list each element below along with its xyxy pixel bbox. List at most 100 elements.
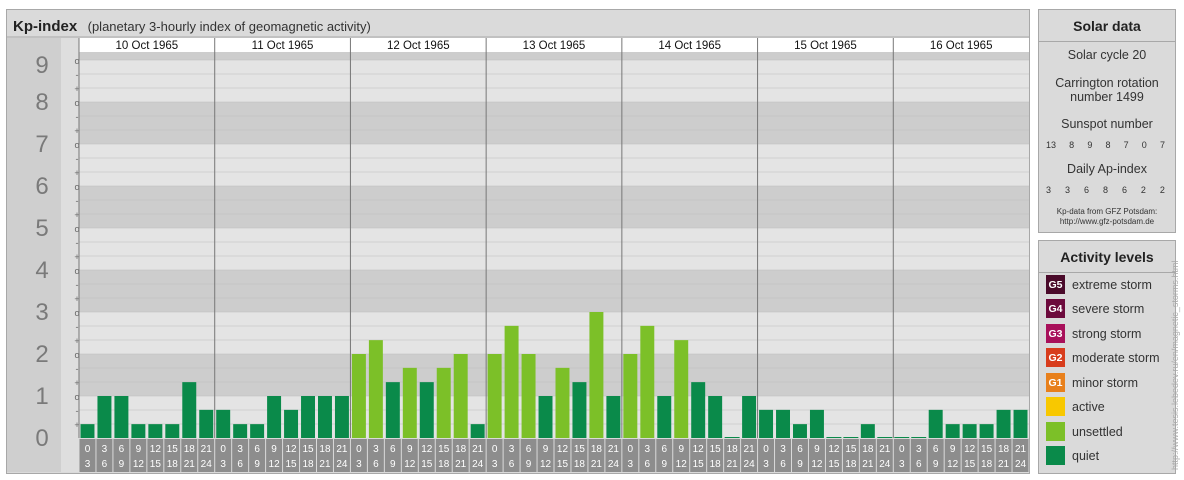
kp-band	[79, 312, 1029, 354]
kp-bar	[538, 396, 553, 438]
interval-end-label: 18	[845, 459, 857, 470]
kp-bar	[504, 325, 519, 438]
ap-value: 2	[1140, 185, 1146, 195]
kp-bar	[572, 382, 587, 438]
day-label: 16 Oct 1965	[930, 40, 993, 52]
interval-start-label: 3	[509, 444, 515, 455]
interval-start-label: 3	[102, 444, 108, 455]
interval-start-label: 18	[319, 444, 331, 455]
interval-start-label: 6	[661, 444, 667, 455]
ap-value: 8	[1102, 185, 1108, 195]
activity-divider	[1039, 272, 1175, 273]
interval-start-label: 6	[119, 444, 125, 455]
interval-end-label: 21	[998, 459, 1010, 470]
day-label: 12 Oct 1965	[387, 40, 450, 52]
kp-bar	[470, 424, 485, 438]
kp-bar	[148, 424, 163, 438]
interval-start-label: 12	[557, 444, 569, 455]
interval-start-label: 9	[407, 444, 413, 455]
interval-end-label: 3	[356, 459, 362, 470]
day-label: 11 Oct 1965	[252, 40, 314, 52]
level-g4-swatch: G4	[1046, 299, 1065, 318]
interval-start-label: 18	[455, 444, 467, 455]
solar-cycle: Solar cycle 20	[1067, 48, 1147, 62]
level-active-swatch	[1046, 397, 1065, 416]
interval-start-label: 18	[591, 444, 603, 455]
level-quiet: quiet	[1046, 446, 1099, 465]
interval-start-label: 3	[780, 444, 786, 455]
interval-start-label: 12	[693, 444, 705, 455]
kp-bar	[351, 354, 366, 438]
interval-start-label: 15	[845, 444, 857, 455]
interval-start-label: 15	[710, 444, 722, 455]
y-tick-label: 4	[35, 257, 48, 284]
interval-end-label: 12	[811, 459, 823, 470]
solar-data-title: Solar data	[1073, 18, 1141, 34]
day-label: 13 Oct 1965	[523, 40, 586, 52]
level-active: active	[1046, 397, 1105, 416]
y-minor-label: -	[76, 154, 79, 164]
interval-start-label: 3	[373, 444, 379, 455]
interval-start-label: 12	[964, 444, 976, 455]
interval-end-label: 15	[693, 459, 705, 470]
level-g3-label: strong storm	[1072, 326, 1142, 341]
credit-link[interactable]: http://www.gfz-potsdam.de	[1039, 217, 1175, 227]
chart-header: Kp-index (planetary 3-hourly index of ge…	[13, 18, 371, 36]
day-label: 15 Oct 1965	[794, 40, 857, 52]
kp-bar	[826, 437, 842, 438]
interval-start-label: 12	[421, 444, 433, 455]
kp-bar	[589, 312, 604, 438]
y-tick-label: 6	[35, 173, 48, 200]
kp-chart-panel: 0 1 2 3 4 5 6 7 8 9 + - o + - o + - o + - o + - o + - o + - o + - o + - o 10 …	[6, 9, 1030, 474]
interval-end-label: 24	[336, 459, 348, 470]
interval-end-label: 12	[676, 459, 688, 470]
y-tick-label: 1	[35, 383, 48, 410]
interval-start-label: 0	[492, 444, 498, 455]
kp-bar	[623, 354, 638, 438]
interval-end-label: 9	[661, 459, 667, 470]
y-tick-label: 7	[35, 131, 48, 158]
interval-end-label: 24	[201, 459, 213, 470]
kp-band	[79, 144, 1029, 186]
interval-start-label: 21	[879, 444, 891, 455]
interval-end-label: 24	[1015, 459, 1027, 470]
y-tick-label: 5	[35, 215, 48, 242]
interval-start-label: 18	[862, 444, 874, 455]
level-g4-label: severe storm	[1072, 301, 1145, 316]
y-minor-label: -	[76, 406, 79, 416]
sunspot-value: 0	[1141, 140, 1147, 150]
y-tick-label: 9	[35, 52, 48, 79]
ap-value: 3	[1046, 185, 1052, 195]
interval-end-label: 24	[744, 459, 756, 470]
interval-start-label: 6	[933, 444, 939, 455]
kp-bar	[250, 424, 265, 438]
kp-bar	[911, 437, 927, 438]
interval-end-label: 15	[557, 459, 569, 470]
kp-bar	[776, 409, 790, 438]
kp-bar	[657, 396, 672, 438]
carrington-line-2: number 1499	[1070, 90, 1144, 104]
y-minor-label: -	[76, 280, 79, 290]
kp-bar	[436, 367, 451, 438]
kp-bar	[419, 382, 434, 438]
interval-end-label: 9	[119, 459, 125, 470]
interval-end-label: 12	[540, 459, 552, 470]
level-quiet-swatch	[1046, 446, 1065, 465]
y-minor-label: -	[76, 364, 79, 374]
level-unsettled-swatch	[1046, 422, 1065, 441]
kp-bar	[860, 424, 875, 438]
interval-end-label: 3	[628, 459, 634, 470]
kp-bar	[945, 424, 960, 438]
interval-start-label: 21	[744, 444, 756, 455]
kp-bar	[165, 424, 180, 438]
interval-end-label: 3	[220, 459, 226, 470]
kp-bar	[1013, 409, 1028, 438]
kp-bar	[793, 424, 807, 438]
y-tick-label: 0	[35, 425, 48, 452]
level-g2-swatch: G2	[1046, 348, 1065, 367]
interval-start-label: 6	[390, 444, 396, 455]
ap-value: 6	[1121, 185, 1127, 195]
interval-start-label: 0	[85, 444, 91, 455]
level-g5-label: extreme storm	[1072, 277, 1152, 292]
level-g3-swatch: G3	[1046, 324, 1065, 343]
